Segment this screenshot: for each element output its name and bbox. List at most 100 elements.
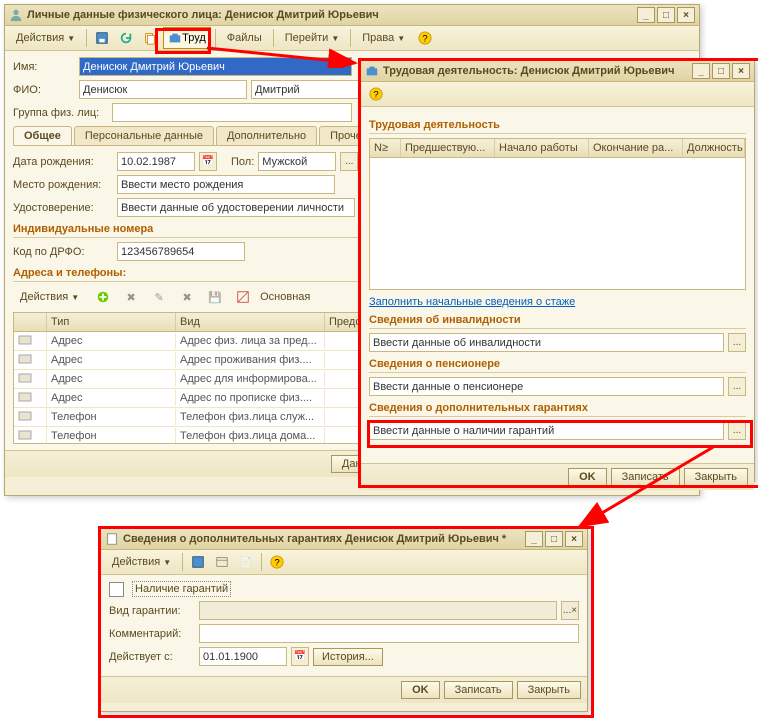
- choose-icon[interactable]: ...: [728, 333, 746, 352]
- pension-input[interactable]: Ввести данные о пенсионере: [369, 377, 724, 396]
- rights-menu[interactable]: Права▼: [355, 29, 412, 47]
- save-button[interactable]: Записать: [444, 681, 513, 699]
- col-pos: Должность по...: [683, 139, 745, 157]
- id-input[interactable]: Ввести данные об удостоверении личности: [117, 198, 355, 217]
- window-title: Личные данные физического лица: Денисюк …: [27, 9, 379, 21]
- go-menu[interactable]: Перейти▼: [278, 29, 347, 47]
- disability-input[interactable]: Ввести данные об инвалидности: [369, 333, 724, 352]
- files-menu[interactable]: Файлы: [220, 29, 269, 47]
- main-label: Основная: [260, 291, 310, 303]
- actions-menu[interactable]: Действия▼: [105, 553, 178, 571]
- tab-general[interactable]: Общее: [13, 126, 72, 145]
- comment-label: Комментарий:: [109, 628, 195, 640]
- col-num: N≥: [370, 139, 401, 157]
- add-icon[interactable]: [92, 286, 114, 308]
- maximize-button[interactable]: □: [657, 7, 675, 23]
- refresh-icon[interactable]: [115, 27, 137, 49]
- guarantees-input[interactable]: Ввести данные о наличии гарантий: [369, 421, 724, 440]
- date-input[interactable]: 01.01.1900: [199, 647, 287, 666]
- briefcase-icon: [365, 64, 379, 78]
- actions-menu[interactable]: Действия▼: [9, 29, 82, 47]
- window-labor-activity: Трудовая деятельность: Денисюк Дмитрий Ю…: [360, 60, 755, 482]
- has-guarantees-checkbox[interactable]: [109, 582, 124, 597]
- ok-button[interactable]: OK: [568, 468, 607, 486]
- svg-text:?: ?: [373, 90, 378, 101]
- close-dialog-button[interactable]: Закрыть: [517, 681, 581, 699]
- pension-section: Сведения о пенсионере: [369, 358, 746, 373]
- minimize-button[interactable]: _: [637, 7, 655, 23]
- maximize-button[interactable]: □: [545, 531, 563, 547]
- col-start: Начало работы: [495, 139, 589, 157]
- fio-label: ФИО:: [13, 84, 75, 96]
- tab-personal[interactable]: Персональные данные: [74, 126, 214, 145]
- titlebar[interactable]: Трудовая деятельность: Денисюк Дмитрий Ю…: [361, 61, 754, 82]
- sex-input[interactable]: Мужской: [258, 152, 336, 171]
- footer: OK Записать Закрыть: [101, 676, 587, 703]
- calendar-icon[interactable]: 📅: [199, 152, 217, 171]
- save-icon[interactable]: [187, 551, 209, 573]
- main-toggle-icon[interactable]: [232, 286, 254, 308]
- form-body: Трудовая деятельность N≥ Предшествую... …: [361, 107, 754, 463]
- drfo-label: Код по ДРФО:: [13, 246, 113, 258]
- form-body: Наличие гарантий Вид гарантии: ...× Комм…: [101, 575, 587, 676]
- sex-label: Пол:: [231, 156, 254, 168]
- edit-icon[interactable]: ✎: [148, 286, 170, 308]
- tab-additional[interactable]: Дополнительно: [216, 126, 317, 145]
- close-button[interactable]: ×: [565, 531, 583, 547]
- person-icon: [9, 8, 23, 22]
- titlebar[interactable]: Личные данные физического лица: Денисюк …: [5, 5, 699, 26]
- document-icon: [105, 532, 119, 546]
- dob-input[interactable]: 10.02.1987: [117, 152, 195, 171]
- choose-icon[interactable]: ...: [728, 421, 746, 440]
- col-prev: Предшествую...: [401, 139, 495, 157]
- has-guarantees-label: Наличие гарантий: [132, 581, 231, 597]
- name-input[interactable]: Денисюк Дмитрий Юрьевич: [79, 57, 352, 76]
- minimize-button[interactable]: _: [692, 63, 710, 79]
- group-input[interactable]: [112, 103, 352, 122]
- disability-section: Сведения об инвалидности: [369, 314, 746, 329]
- help-icon[interactable]: ?: [414, 27, 436, 49]
- fill-initial-link[interactable]: Заполнить начальные сведения о стаже: [369, 296, 575, 308]
- group-label: Группа физ. лиц:: [13, 107, 108, 119]
- toolbar: Действия▼ Труд Файлы Перейти▼ Права▼ ?: [5, 26, 699, 51]
- pob-input[interactable]: Ввести место рождения: [117, 175, 335, 194]
- copy-icon[interactable]: [139, 27, 161, 49]
- drfo-input[interactable]: 123456789654: [117, 242, 245, 261]
- trud-button[interactable]: Труд: [163, 27, 211, 49]
- help-icon[interactable]: ?: [266, 551, 288, 573]
- minimize-button[interactable]: _: [525, 531, 543, 547]
- choose-icon[interactable]: ...×: [561, 601, 579, 620]
- comment-input[interactable]: [199, 624, 579, 643]
- id-label: Удостоверение:: [13, 202, 113, 214]
- guarantees-section: Сведения о дополнительных гарантиях: [369, 402, 746, 417]
- save-small-icon[interactable]: 💾: [204, 286, 226, 308]
- list-icon[interactable]: [211, 551, 233, 573]
- close-button[interactable]: ×: [677, 7, 695, 23]
- labor-grid[interactable]: N≥ Предшествую... Начало работы Окончани…: [369, 138, 746, 290]
- type-input[interactable]: [199, 601, 557, 620]
- history-button[interactable]: История...: [313, 648, 383, 666]
- maximize-button[interactable]: □: [712, 63, 730, 79]
- delete-icon[interactable]: ✖: [120, 286, 142, 308]
- col-kind: Вид: [176, 313, 325, 331]
- save-button[interactable]: Записать: [611, 468, 680, 486]
- window-title: Сведения о дополнительных гарантиях Дени…: [123, 533, 506, 545]
- choose-icon[interactable]: ...: [340, 152, 358, 171]
- pob-label: Место рождения:: [13, 179, 113, 191]
- ok-button[interactable]: OK: [401, 681, 440, 699]
- help-icon[interactable]: ?: [365, 83, 387, 105]
- lastname-input[interactable]: Денисюк: [79, 80, 247, 99]
- addr-actions-menu[interactable]: Действия▼: [13, 288, 86, 306]
- save-icon[interactable]: [91, 27, 113, 49]
- close-button[interactable]: ×: [732, 63, 750, 79]
- toolbar: ?: [361, 82, 754, 107]
- titlebar[interactable]: Сведения о дополнительных гарантиях Дени…: [101, 529, 587, 550]
- close-dialog-button[interactable]: Закрыть: [684, 468, 748, 486]
- choose-icon[interactable]: ...: [728, 377, 746, 396]
- cross-icon[interactable]: ✖: [176, 286, 198, 308]
- doc-icon[interactable]: 📄: [235, 551, 257, 573]
- toolbar: Действия▼ 📄 ?: [101, 550, 587, 575]
- calendar-icon[interactable]: 📅: [291, 647, 309, 666]
- svg-text:?: ?: [422, 34, 427, 45]
- dob-label: Дата рождения:: [13, 156, 113, 168]
